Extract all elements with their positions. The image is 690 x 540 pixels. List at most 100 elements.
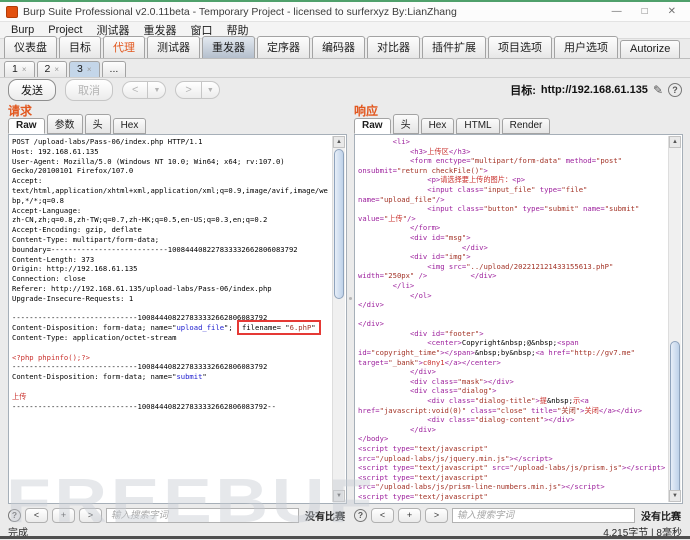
- request-search-next-button[interactable]: >: [79, 507, 102, 523]
- close-tab-icon[interactable]: ×: [54, 65, 59, 74]
- code-line: <div class="mask"></div>: [409, 376, 514, 386]
- code-line: Accept-Encoding: gzip, deflate: [12, 225, 142, 235]
- code-line: <input class="button" type="submit" name…: [427, 204, 640, 214]
- menu-item-Project[interactable]: Project: [41, 24, 89, 36]
- response-scrollbar[interactable]: ▲ ▼: [668, 136, 681, 502]
- code-line: bp,*/*;q=0.8: [12, 195, 64, 205]
- response-search-prev-button[interactable]: <: [371, 507, 394, 523]
- code-line: </body>: [358, 434, 389, 444]
- main-tab-目标[interactable]: 目标: [59, 36, 101, 58]
- repeater-tab-3[interactable]: 3 ×: [69, 61, 100, 77]
- request-scrollbar[interactable]: ▲ ▼: [332, 136, 345, 502]
- code-line: </div>: [409, 424, 436, 434]
- repeater-tab-1[interactable]: 1 ×: [4, 61, 35, 77]
- repeater-tab-label: 2: [44, 63, 51, 75]
- response-tab-Hex[interactable]: Hex: [420, 118, 455, 134]
- prev-request-button[interactable]: <: [122, 81, 149, 99]
- response-text[interactable]: <li> <h3>上传区</h3> <form enctype="multipa…: [358, 137, 667, 502]
- main-tab-插件扩展[interactable]: 插件扩展: [422, 36, 486, 58]
- target-bar: 目标: http://192.168.61.135 ✎ ?: [510, 82, 682, 98]
- code-line: <script type="text/javascript": [358, 472, 488, 482]
- main-tab-项目选项[interactable]: 项目选项: [488, 36, 552, 58]
- code-line: </li>: [392, 280, 415, 290]
- close-tab-icon[interactable]: ×: [87, 65, 92, 74]
- help-icon[interactable]: ?: [668, 83, 682, 97]
- code-line: <input class="input_file" type="file": [427, 184, 588, 194]
- repeater-tab-...[interactable]: ...: [101, 61, 127, 77]
- response-search-help-icon[interactable]: ?: [354, 508, 367, 522]
- code-line: <?php phpinfo();?>: [12, 352, 90, 362]
- send-button[interactable]: 发送: [8, 79, 56, 101]
- request-editor[interactable]: POST /upload-labs/Pass-06/index.php HTTP…: [8, 134, 347, 504]
- response-tab-HTML[interactable]: HTML: [456, 118, 500, 134]
- repeater-tab-label: ...: [109, 63, 119, 75]
- request-tab-参数[interactable]: 参数: [46, 114, 83, 134]
- window-title: Burp Suite Professional v2.0.11beta - Te…: [23, 5, 457, 18]
- code-line: <div id="footer">: [409, 328, 484, 338]
- code-line: </div>: [358, 300, 384, 310]
- response-tab-Render[interactable]: Render: [501, 118, 551, 134]
- minimize-button[interactable]: —: [612, 6, 622, 17]
- cancel-button[interactable]: 取消: [65, 79, 113, 101]
- scroll-down-icon[interactable]: ▼: [669, 490, 681, 502]
- status-bar: 完成 4,215字节 | 8毫秒: [0, 524, 690, 539]
- main-tab-对比器[interactable]: 对比器: [367, 36, 420, 58]
- main-tab-测试器[interactable]: 测试器: [147, 36, 200, 58]
- request-search-input[interactable]: [106, 507, 299, 523]
- request-search-prev-button[interactable]: <: [25, 507, 48, 523]
- next-request-dropdown-icon[interactable]: ▼: [201, 81, 220, 99]
- close-tab-icon[interactable]: ×: [22, 65, 27, 74]
- code-line: <script type="text/javascript": [358, 491, 488, 501]
- prev-request-dropdown-icon[interactable]: ▼: [148, 81, 167, 99]
- next-request-button[interactable]: >: [175, 81, 202, 99]
- scroll-up-icon[interactable]: ▲: [333, 136, 345, 148]
- request-text[interactable]: POST /upload-labs/Pass-06/index.php HTTP…: [12, 137, 331, 502]
- repeater-tab-2[interactable]: 2 ×: [36, 61, 68, 77]
- main-tab-定序器[interactable]: 定序器: [257, 36, 310, 58]
- annotation-highlight-box: filename= "6.phP": [237, 320, 321, 336]
- request-search-help-icon[interactable]: ?: [8, 508, 21, 522]
- main-tab-代理[interactable]: 代理: [103, 36, 145, 58]
- panel-divider[interactable]: [347, 102, 354, 526]
- main-tab-Autorize[interactable]: Autorize: [620, 40, 681, 58]
- prev-request-control: < ▼: [122, 81, 167, 99]
- response-scrollbar-thumb[interactable]: [670, 341, 680, 499]
- close-button[interactable]: ✕: [668, 6, 676, 17]
- code-line: Content-Disposition: form-data; name="su…: [12, 372, 207, 382]
- response-search-next-button[interactable]: >: [425, 507, 448, 523]
- request-scrollbar-thumb[interactable]: [334, 149, 344, 299]
- edit-target-icon[interactable]: ✎: [653, 83, 663, 97]
- status-done-label: 完成: [8, 528, 28, 539]
- response-search-input[interactable]: [452, 507, 635, 523]
- request-search-count-button[interactable]: +: [52, 507, 75, 523]
- request-tab-Hex[interactable]: Hex: [112, 118, 147, 134]
- code-line: Connection: close: [12, 274, 86, 284]
- code-line: id="copyright_time"></span>&nbsp;by&nbsp…: [358, 348, 635, 358]
- code-line: Referer: http://192.168.61.135/upload-la…: [12, 283, 272, 293]
- code-line: </div>: [409, 367, 436, 377]
- response-tab-头[interactable]: 头: [392, 114, 419, 134]
- code-line: -----------------------------10084440822…: [12, 401, 276, 411]
- main-tab-用户选项[interactable]: 用户选项: [554, 36, 618, 58]
- main-tab-重发器[interactable]: 重发器: [202, 36, 255, 58]
- code-line: <script type="text/javascript" src="/upl…: [358, 463, 666, 473]
- scroll-down-icon[interactable]: ▼: [333, 490, 345, 502]
- burp-logo-icon: [6, 5, 18, 18]
- response-tab-Raw[interactable]: Raw: [354, 118, 391, 134]
- main-tab-编码器[interactable]: 编码器: [312, 36, 365, 58]
- code-line: <div id="msg">: [409, 232, 471, 242]
- main-tab-仪表盘[interactable]: 仪表盘: [4, 36, 57, 58]
- code-line: <p>请选择要上传的图片：<p>: [427, 175, 526, 185]
- response-search-count-button[interactable]: +: [398, 507, 421, 523]
- request-tab-头[interactable]: 头: [84, 114, 111, 134]
- response-viewer[interactable]: <li> <h3>上传区</h3> <form enctype="multipa…: [354, 134, 683, 504]
- maximize-button[interactable]: □: [642, 6, 648, 17]
- scroll-up-icon[interactable]: ▲: [669, 136, 681, 148]
- request-tab-Raw[interactable]: Raw: [8, 118, 45, 134]
- main-tab-bar: 仪表盘 目标 代理 测试器 重发器 定序器 编码器 对比器 插件扩展 项目选项 用户选项 Autori…: [0, 36, 690, 59]
- response-view-tabs: Raw 头 Hex HTML Render: [354, 114, 683, 134]
- menu-item-Burp[interactable]: Burp: [4, 24, 41, 36]
- code-line: <img src="../upload/202212121433155613.p…: [427, 261, 614, 271]
- response-stats-label: 4,215字节 | 8毫秒: [603, 528, 682, 539]
